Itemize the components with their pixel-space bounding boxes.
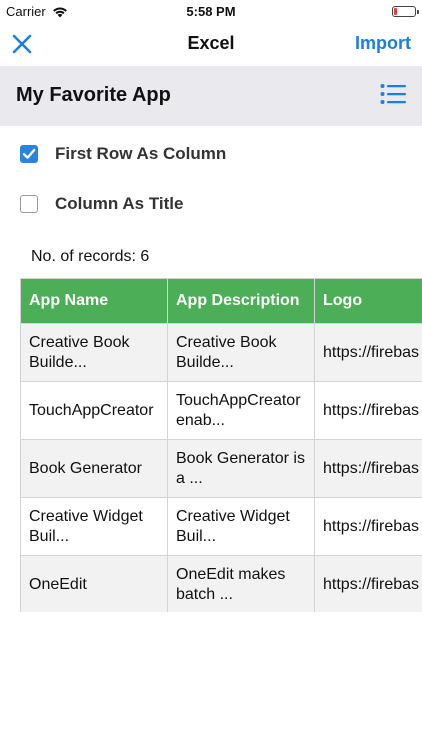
table-cell: https://firebas xyxy=(314,439,422,498)
table-cell: Book Generator is a ... xyxy=(167,439,315,498)
table-cell: Creative Widget Buil... xyxy=(20,497,168,556)
data-table: App Name App Description Logo Creative B… xyxy=(20,278,422,612)
status-bar: Carrier 5:58 PM xyxy=(0,0,422,22)
table-row: TouchAppCreator TouchAppCreator enab... … xyxy=(20,381,422,440)
table-header-row: App Name App Description Logo xyxy=(20,278,422,324)
option-label: Column As Title xyxy=(55,194,184,213)
checkbox-unchecked-icon[interactable] xyxy=(20,195,38,213)
nav-bar: Excel Import xyxy=(0,22,422,66)
checkbox-checked-icon[interactable] xyxy=(20,145,38,163)
import-button[interactable]: Import xyxy=(355,33,411,54)
table-cell: https://firebas xyxy=(314,323,422,382)
list-icon[interactable] xyxy=(380,82,406,106)
first-row-as-column-option[interactable]: First Row As Column xyxy=(20,144,226,164)
option-label: First Row As Column xyxy=(55,144,227,163)
table-row: Creative Widget Buil... Creative Widget … xyxy=(20,497,422,556)
table-cell: Creative Book Builde... xyxy=(167,323,315,382)
table-cell: TouchAppCreator xyxy=(20,381,168,440)
table-row: Book Generator Book Generator is a ... h… xyxy=(20,439,422,498)
sheet-header: My Favorite App xyxy=(0,66,422,126)
table-row: Creative Book Builde... Creative Book Bu… xyxy=(20,323,422,382)
table-cell: https://firebas xyxy=(314,555,422,612)
table-cell: https://firebas xyxy=(314,497,422,556)
records-count: No. of records: 6 xyxy=(31,248,150,265)
sheet-title: My Favorite App xyxy=(16,84,171,106)
status-time: 5:58 PM xyxy=(186,4,236,19)
table-cell: Creative Book Builde... xyxy=(20,323,168,382)
table-row: OneEdit OneEdit makes batch ... https://… xyxy=(20,555,422,612)
checkmark-icon xyxy=(22,148,36,159)
table-cell: Book Generator xyxy=(20,439,168,498)
table-cell: https://firebas xyxy=(314,381,422,440)
close-icon[interactable] xyxy=(10,32,34,56)
column-header: App Name xyxy=(20,278,168,324)
battery-nub xyxy=(417,10,419,14)
battery-level xyxy=(394,8,397,15)
data-table-container[interactable]: App Name App Description Logo Creative B… xyxy=(20,278,422,612)
table-cell: Creative Widget Buil... xyxy=(167,497,315,556)
table-cell: TouchAppCreator enab... xyxy=(167,381,315,440)
table-cell: OneEdit xyxy=(20,555,168,612)
column-as-title-option[interactable]: Column As Title xyxy=(20,194,183,214)
column-header: App Description xyxy=(167,278,315,324)
battery-icon xyxy=(392,6,419,17)
table-cell: OneEdit makes batch ... xyxy=(167,555,315,612)
column-header: Logo xyxy=(314,278,422,324)
